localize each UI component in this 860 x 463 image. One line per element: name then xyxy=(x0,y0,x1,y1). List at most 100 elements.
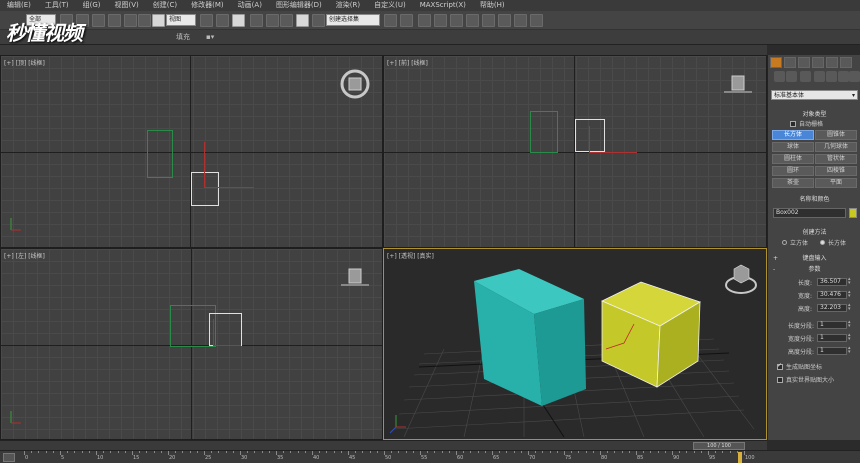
percent-snap-icon[interactable] xyxy=(280,14,293,27)
viewport-left[interactable]: [+] [左] [线框] xyxy=(0,248,383,440)
window-crossing-icon[interactable] xyxy=(108,14,121,27)
plane-button[interactable]: 平面 xyxy=(815,178,857,188)
menu-tools[interactable]: 工具(T) xyxy=(38,0,76,11)
shapes-icon[interactable] xyxy=(786,71,797,82)
time-slider[interactable]: 100 / 100 xyxy=(693,442,745,450)
cone-button[interactable]: 圆锥体 xyxy=(815,130,857,140)
utilities-tab-icon[interactable] xyxy=(840,57,852,68)
menu-modifiers[interactable]: 修改器(M) xyxy=(184,0,231,11)
teal-box-outline[interactable] xyxy=(530,111,558,153)
creation-method-rollout-header[interactable]: 创建方法 xyxy=(771,228,858,237)
viewport-front[interactable]: [+] [前] [线框] xyxy=(383,55,767,248)
schematic-view-icon[interactable] xyxy=(466,14,479,27)
render-setup-icon[interactable] xyxy=(498,14,511,27)
menu-animation[interactable]: 动画(A) xyxy=(231,0,269,11)
snap-toggle-icon[interactable] xyxy=(250,14,263,27)
angle-snap-icon[interactable] xyxy=(266,14,279,27)
height-segs-input[interactable]: 1 xyxy=(817,347,847,355)
viewcube-icon[interactable] xyxy=(725,264,757,294)
frame-ruler[interactable]: 0 5 10 15 20 25 30 35 40 45 50 55 60 65 70 75 80 85 90 95 10… xyxy=(24,451,755,463)
cylinder-button[interactable]: 圆柱体 xyxy=(772,154,814,164)
viewcube-icon[interactable] xyxy=(724,72,752,96)
length-input[interactable]: 36.507 xyxy=(817,278,847,286)
teal-box[interactable] xyxy=(474,269,586,406)
select-move-icon[interactable] xyxy=(124,14,137,27)
geometry-category-select[interactable]: 标准基本体 ▾ xyxy=(771,90,858,100)
transform-gizmo[interactable] xyxy=(213,319,241,346)
menu-maxscript[interactable]: MAXScript(X) xyxy=(413,0,473,11)
menu-create[interactable]: 创建(C) xyxy=(146,0,184,11)
menu-rendering[interactable]: 渲染(R) xyxy=(329,0,367,11)
geosphere-button[interactable]: 几何球体 xyxy=(815,142,857,152)
perspective-scene[interactable] xyxy=(384,249,766,439)
object-color-swatch[interactable] xyxy=(849,208,857,218)
rect-region-icon[interactable] xyxy=(92,14,105,27)
length-segs-spinner[interactable] xyxy=(848,319,853,330)
box-button[interactable]: 长方体 xyxy=(772,130,814,140)
box-radio[interactable] xyxy=(820,240,825,245)
length-spinner[interactable] xyxy=(848,276,853,287)
height-spinner[interactable] xyxy=(848,302,853,313)
select-scale-icon[interactable] xyxy=(152,14,165,27)
name-color-rollout-header[interactable]: 名称和颜色 xyxy=(771,195,858,204)
autogrid-checkbox[interactable] xyxy=(790,121,796,127)
teapot-button[interactable]: 茶壶 xyxy=(772,178,814,188)
viewport-front-label[interactable]: [+] [前] [线框] xyxy=(387,58,428,67)
real-world-map-checkbox[interactable] xyxy=(777,377,783,383)
viewport-left-label[interactable]: [+] [左] [线框] xyxy=(4,251,45,260)
viewport-top-label[interactable]: [+] [顶] [线框] xyxy=(4,58,45,67)
helpers-icon[interactable] xyxy=(826,71,837,82)
parameters-rollout-header[interactable]: - 参数 xyxy=(771,265,858,274)
current-frame-marker[interactable] xyxy=(738,452,742,463)
sphere-button[interactable]: 球体 xyxy=(772,142,814,152)
systems-icon[interactable] xyxy=(849,71,860,82)
geometry-icon[interactable] xyxy=(774,71,785,82)
graphite-tools-icon[interactable] xyxy=(434,14,447,27)
fill-dropdown-icon[interactable]: ▪▾ xyxy=(206,32,214,43)
viewport-top[interactable]: [+] [顶] [线框] xyxy=(0,55,383,248)
transform-gizmo[interactable] xyxy=(204,142,254,188)
space-warps-icon[interactable] xyxy=(838,71,849,82)
cube-radio[interactable] xyxy=(782,240,787,245)
display-tab-icon[interactable] xyxy=(826,57,838,68)
menu-graph-editors[interactable]: 图形编辑器(D) xyxy=(269,0,329,11)
hierarchy-tab-icon[interactable] xyxy=(798,57,810,68)
transform-gizmo[interactable] xyxy=(589,126,637,153)
spinner-snap-icon[interactable] xyxy=(296,14,309,27)
height-segs-spinner[interactable] xyxy=(848,345,853,356)
material-editor-icon[interactable] xyxy=(482,14,495,27)
viewcube-icon[interactable] xyxy=(339,68,371,100)
width-input[interactable]: 30.476 xyxy=(817,291,847,299)
cameras-icon[interactable] xyxy=(814,71,825,82)
viewcube-icon[interactable] xyxy=(341,265,369,289)
keyboard-input-rollout-header[interactable]: + 键盘输入 xyxy=(771,254,858,263)
object-type-rollout-header[interactable]: 对象类型 xyxy=(771,110,858,119)
viewport-perspective[interactable]: [+] [透视] [真实] xyxy=(383,248,767,440)
reference-coord-dropdown[interactable]: 视图 xyxy=(166,14,196,26)
gen-map-coords-checkbox[interactable] xyxy=(777,362,783,370)
pivot-center-icon[interactable] xyxy=(200,14,213,27)
key-mode-icon[interactable] xyxy=(3,453,15,462)
render-production-icon[interactable] xyxy=(530,14,543,27)
menu-help[interactable]: 帮助(H) xyxy=(473,0,512,11)
teal-box-outline[interactable] xyxy=(147,130,173,178)
select-manipulate-icon[interactable] xyxy=(216,14,229,27)
pyramid-button[interactable]: 四棱锥 xyxy=(815,166,857,176)
tube-button[interactable]: 管状体 xyxy=(815,154,857,164)
length-segs-input[interactable]: 1 xyxy=(817,321,847,329)
torus-button[interactable]: 圆环 xyxy=(772,166,814,176)
rendered-frame-icon[interactable] xyxy=(514,14,527,27)
lights-icon[interactable] xyxy=(800,71,811,82)
keyboard-shortcut-icon[interactable] xyxy=(232,14,245,27)
motion-tab-icon[interactable] xyxy=(812,57,824,68)
align-icon[interactable] xyxy=(400,14,413,27)
height-input[interactable]: 32.203 xyxy=(817,304,847,312)
modify-tab-icon[interactable] xyxy=(784,57,796,68)
menu-customize[interactable]: 自定义(U) xyxy=(367,0,413,11)
width-segs-input[interactable]: 1 xyxy=(817,334,847,342)
menu-views[interactable]: 视图(V) xyxy=(108,0,146,11)
width-spinner[interactable] xyxy=(848,289,853,300)
mirror-icon[interactable] xyxy=(384,14,397,27)
edit-named-selection-icon[interactable] xyxy=(312,14,325,27)
width-segs-spinner[interactable] xyxy=(848,332,853,343)
